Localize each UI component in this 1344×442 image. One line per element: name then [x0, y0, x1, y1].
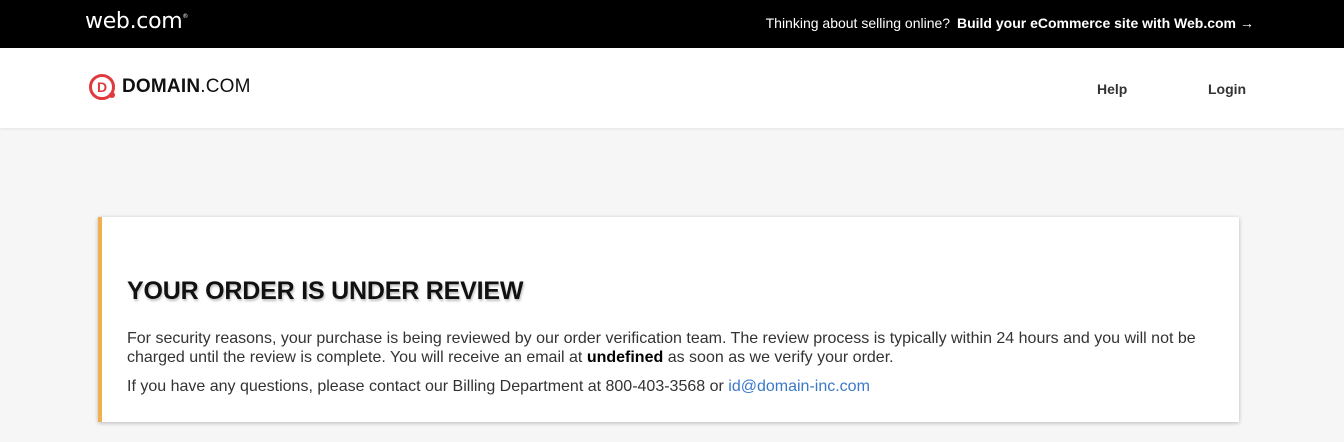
page-title: YOUR ORDER IS UNDER REVIEW [127, 277, 524, 305]
promo-link[interactable]: Build your eCommerce site with Web.com → [957, 15, 1254, 31]
registered-mark: ® [182, 13, 189, 20]
top-promo-bar: web.com® Thinking about selling online? … [0, 0, 1344, 48]
domain-com-logo[interactable]: D DOMAIN.COM [89, 74, 251, 100]
site-header: D DOMAIN.COM Help Login [0, 48, 1344, 128]
billing-email-link[interactable]: id@domain-inc.com [728, 378, 870, 395]
nav-login-link[interactable]: Login [1208, 81, 1246, 97]
customer-email: undefined [586, 349, 664, 366]
review-message: For security reasons, your purchase is b… [127, 329, 1212, 406]
order-review-card: YOUR ORDER IS UNDER REVIEW For security … [98, 217, 1239, 422]
webcom-logo-text: web.com [85, 9, 183, 34]
contact-paragraph: If you have any questions, please contac… [127, 378, 870, 395]
review-paragraph: For security reasons, your purchase is b… [127, 330, 1196, 366]
brand-name: DOMAIN.COM [122, 76, 251, 97]
promo-message: Thinking about selling online? Build you… [766, 15, 1254, 31]
arrow-right-icon: → [1240, 15, 1254, 31]
promo-link-label: Build your eCommerce site with Web.com [956, 15, 1236, 31]
promo-text: Thinking about selling online? [765, 15, 951, 31]
webcom-logo[interactable]: web.com® [85, 9, 188, 34]
domain-logo-icon: D [89, 74, 115, 100]
nav-help-link[interactable]: Help [1097, 81, 1127, 97]
